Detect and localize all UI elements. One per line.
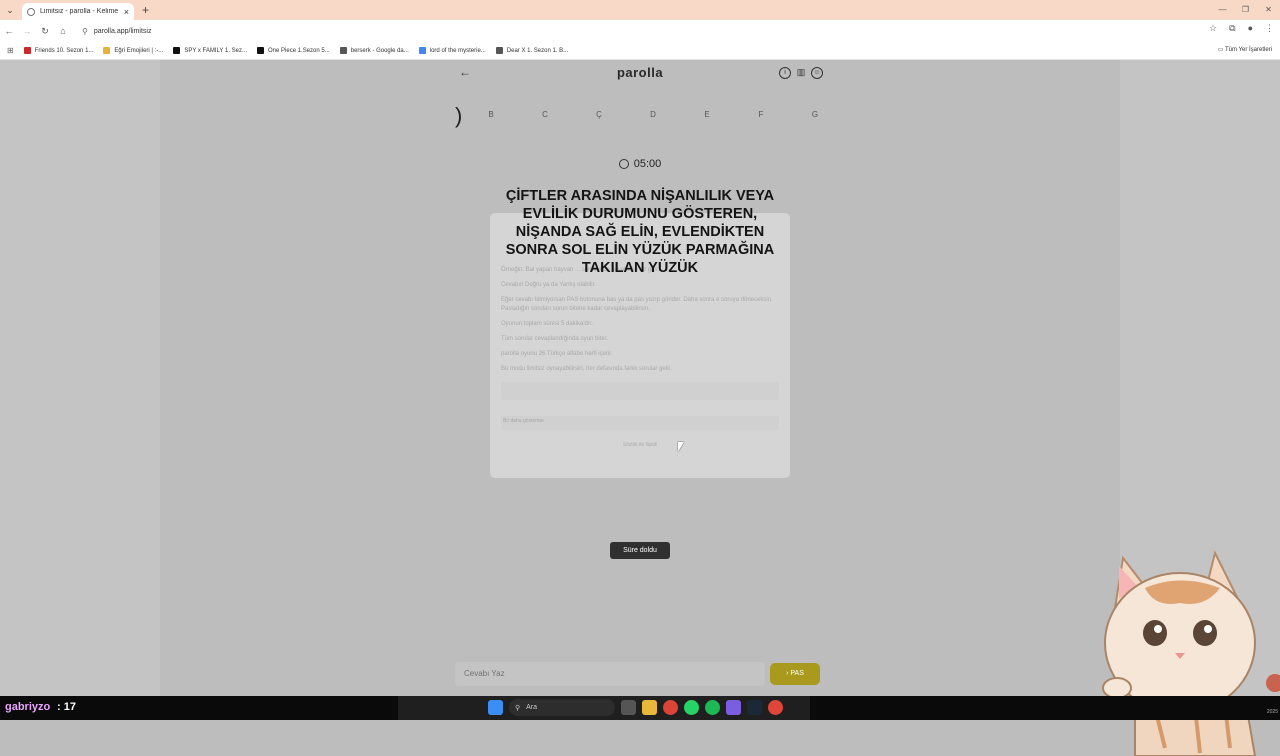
bookmark-item[interactable]: berserk - Google da... <box>339 47 409 54</box>
bookmarks-bar: ⊞ Friends 10. Sezon 1... Eğri Emojileri |… <box>0 42 1280 60</box>
modal-text: parolla oyunu 26 Türkçe alfabe harfi içe… <box>501 351 613 357</box>
letter-item: C <box>542 110 548 119</box>
search-icon: ⚲ <box>515 704 521 712</box>
close-tab-icon[interactable]: × <box>124 7 129 17</box>
folder-icon: ▭ <box>1217 47 1224 53</box>
taskbar-search[interactable]: ⚲ Ara <box>509 699 615 716</box>
tab-favicon-icon <box>27 7 35 16</box>
timer-value: 05:00 <box>633 158 662 170</box>
file-explorer-icon[interactable] <box>642 700 657 715</box>
bookmark-favicon-icon <box>339 47 347 54</box>
whatsapp-icon[interactable] <box>684 700 699 715</box>
bookmark-favicon-icon <box>495 47 503 54</box>
discord-icon[interactable] <box>726 700 741 715</box>
steam-icon[interactable] <box>747 700 762 715</box>
bookmark-item[interactable]: SPY x FAMILY 1. Sez... <box>173 47 247 54</box>
cat-overlay-image <box>1102 550 1280 756</box>
chevron-right-icon: › <box>786 670 789 677</box>
bookmark-favicon-icon <box>173 47 181 54</box>
spotify-icon[interactable] <box>705 700 720 715</box>
modal-input-row <box>501 382 779 400</box>
chrome-icon[interactable] <box>663 700 678 715</box>
apps-grid-icon[interactable]: ⊞ <box>7 46 14 55</box>
stream-username: gabriyzo <box>5 701 51 713</box>
all-bookmarks-link[interactable]: ▭ Tüm Yer İşaretleri <box>1218 46 1272 53</box>
stats-icon[interactable]: ▥ <box>795 67 807 79</box>
bookmark-favicon-icon <box>23 47 31 54</box>
task-view-icon[interactable] <box>621 700 636 715</box>
question-text: ÇİFTLER ARASINDA NİŞANLILIK VEYA EVLİLİK… <box>505 188 775 276</box>
browser-tab[interactable]: Limitsiz - parolla - Kelime oyunu × <box>22 3 134 20</box>
bookmark-item[interactable]: Dear X 1. Sezon 1. B... <box>495 47 568 54</box>
dont-show-again-checkbox[interactable]: Bir daha gösterme <box>501 416 779 430</box>
address-bar-row: ← → ↻ ⌂ ⚲ parolla.app/limitsiz ☆ ⧉ ● ⋮ <box>0 20 1280 42</box>
maximize-icon[interactable]: ❐ <box>1234 0 1257 20</box>
minimize-icon[interactable]: — <box>1211 0 1234 20</box>
taskbar-year: 2025 <box>1266 709 1278 715</box>
reload-icon[interactable]: ↻ <box>36 26 54 37</box>
time-up-toast: Süre doldu <box>610 542 670 559</box>
letter-arc: ) <box>455 103 463 128</box>
pas-button[interactable]: › PAS <box>770 663 820 685</box>
letter-item: F <box>758 110 764 119</box>
windows-taskbar: gabriyzo : 17 ⚲ Ara 2025 <box>0 696 1280 720</box>
bookmark-item[interactable]: Eğri Emojileri | :-... <box>103 47 163 54</box>
mouse-cursor <box>678 442 684 452</box>
app-logo: parolla <box>616 65 664 80</box>
modal-text: Eğer cevabı bilmiyorsan PAS butonuna bas… <box>501 297 773 312</box>
page-content: ← parolla i ▥ ☺ ) B C Ç D E F G 05:00 Ör… <box>0 60 1280 756</box>
tab-title: Limitsiz - parolla - Kelime oyunu <box>40 8 120 15</box>
bookmark-item[interactable]: lord of the mysterie... <box>418 47 486 54</box>
bookmark-item[interactable]: Friends 10. Sezon 1... <box>23 47 93 54</box>
letter-item: Ç <box>596 110 602 119</box>
browser-tab-strip: ⌄ Limitsiz - parolla - Kelime oyunu × + … <box>0 0 1280 20</box>
app-icon[interactable] <box>768 700 783 715</box>
stream-count: : 17 <box>57 701 76 713</box>
url-text: parolla.app/limitsiz <box>93 27 152 35</box>
letter-item: B <box>488 110 494 119</box>
url-field[interactable]: ⚲ parolla.app/limitsiz <box>78 22 1178 40</box>
bookmark-favicon-icon <box>257 47 265 54</box>
new-tab-icon[interactable]: + <box>142 3 149 17</box>
clock-icon <box>618 159 629 169</box>
modal-text: Bu modu limitsiz oynayabilirsin, her def… <box>501 366 672 372</box>
home-icon[interactable]: ⌂ <box>54 26 72 36</box>
letter-item: D <box>650 110 656 119</box>
letter-item: G <box>811 110 819 119</box>
bookmark-star-icon[interactable]: ☆ <box>1209 23 1217 34</box>
letter-wheel: ) B C Ç D E F G <box>455 103 825 128</box>
modal-text: Oyunun toplam süresi 5 dakika'dır. <box>501 321 593 327</box>
browser-menu-icon[interactable]: ⋮ <box>1265 23 1274 34</box>
bookmark-favicon-icon <box>103 47 111 54</box>
profile-avatar-icon[interactable]: ● <box>1248 23 1253 34</box>
answer-input[interactable]: Cevabı Yaz <box>455 662 765 686</box>
window-controls: — ❐ ✕ <box>1211 0 1280 20</box>
bookmark-item[interactable]: One Piece 1.Sezon 5... <box>257 47 330 54</box>
tab-list-chevron-icon[interactable]: ⌄ <box>0 0 20 20</box>
extensions-icon[interactable]: ⧉ <box>1229 23 1235 34</box>
forward-nav-icon[interactable]: → <box>18 26 36 36</box>
letter-item: E <box>704 110 710 119</box>
info-icon[interactable]: i <box>779 67 791 79</box>
site-info-icon[interactable]: ⚲ <box>82 27 88 36</box>
back-nav-icon[interactable]: ← <box>0 26 18 36</box>
bookmark-favicon-icon <box>418 47 426 54</box>
game-timer: 05:00 <box>600 158 680 170</box>
close-window-icon[interactable]: ✕ <box>1257 0 1280 20</box>
windows-start-icon[interactable] <box>488 700 503 715</box>
modal-text: Cevabın Doğru ya da Yanlış olabilir. <box>501 282 596 288</box>
user-icon[interactable]: ☺ <box>811 67 823 79</box>
modal-text: Tüm sorular cevaplandığında oyun biter. <box>501 336 609 342</box>
modal-footer: Sözlük ile ilişkili <box>622 442 658 448</box>
app-header: ← parolla i ▥ ☺ <box>455 65 825 83</box>
